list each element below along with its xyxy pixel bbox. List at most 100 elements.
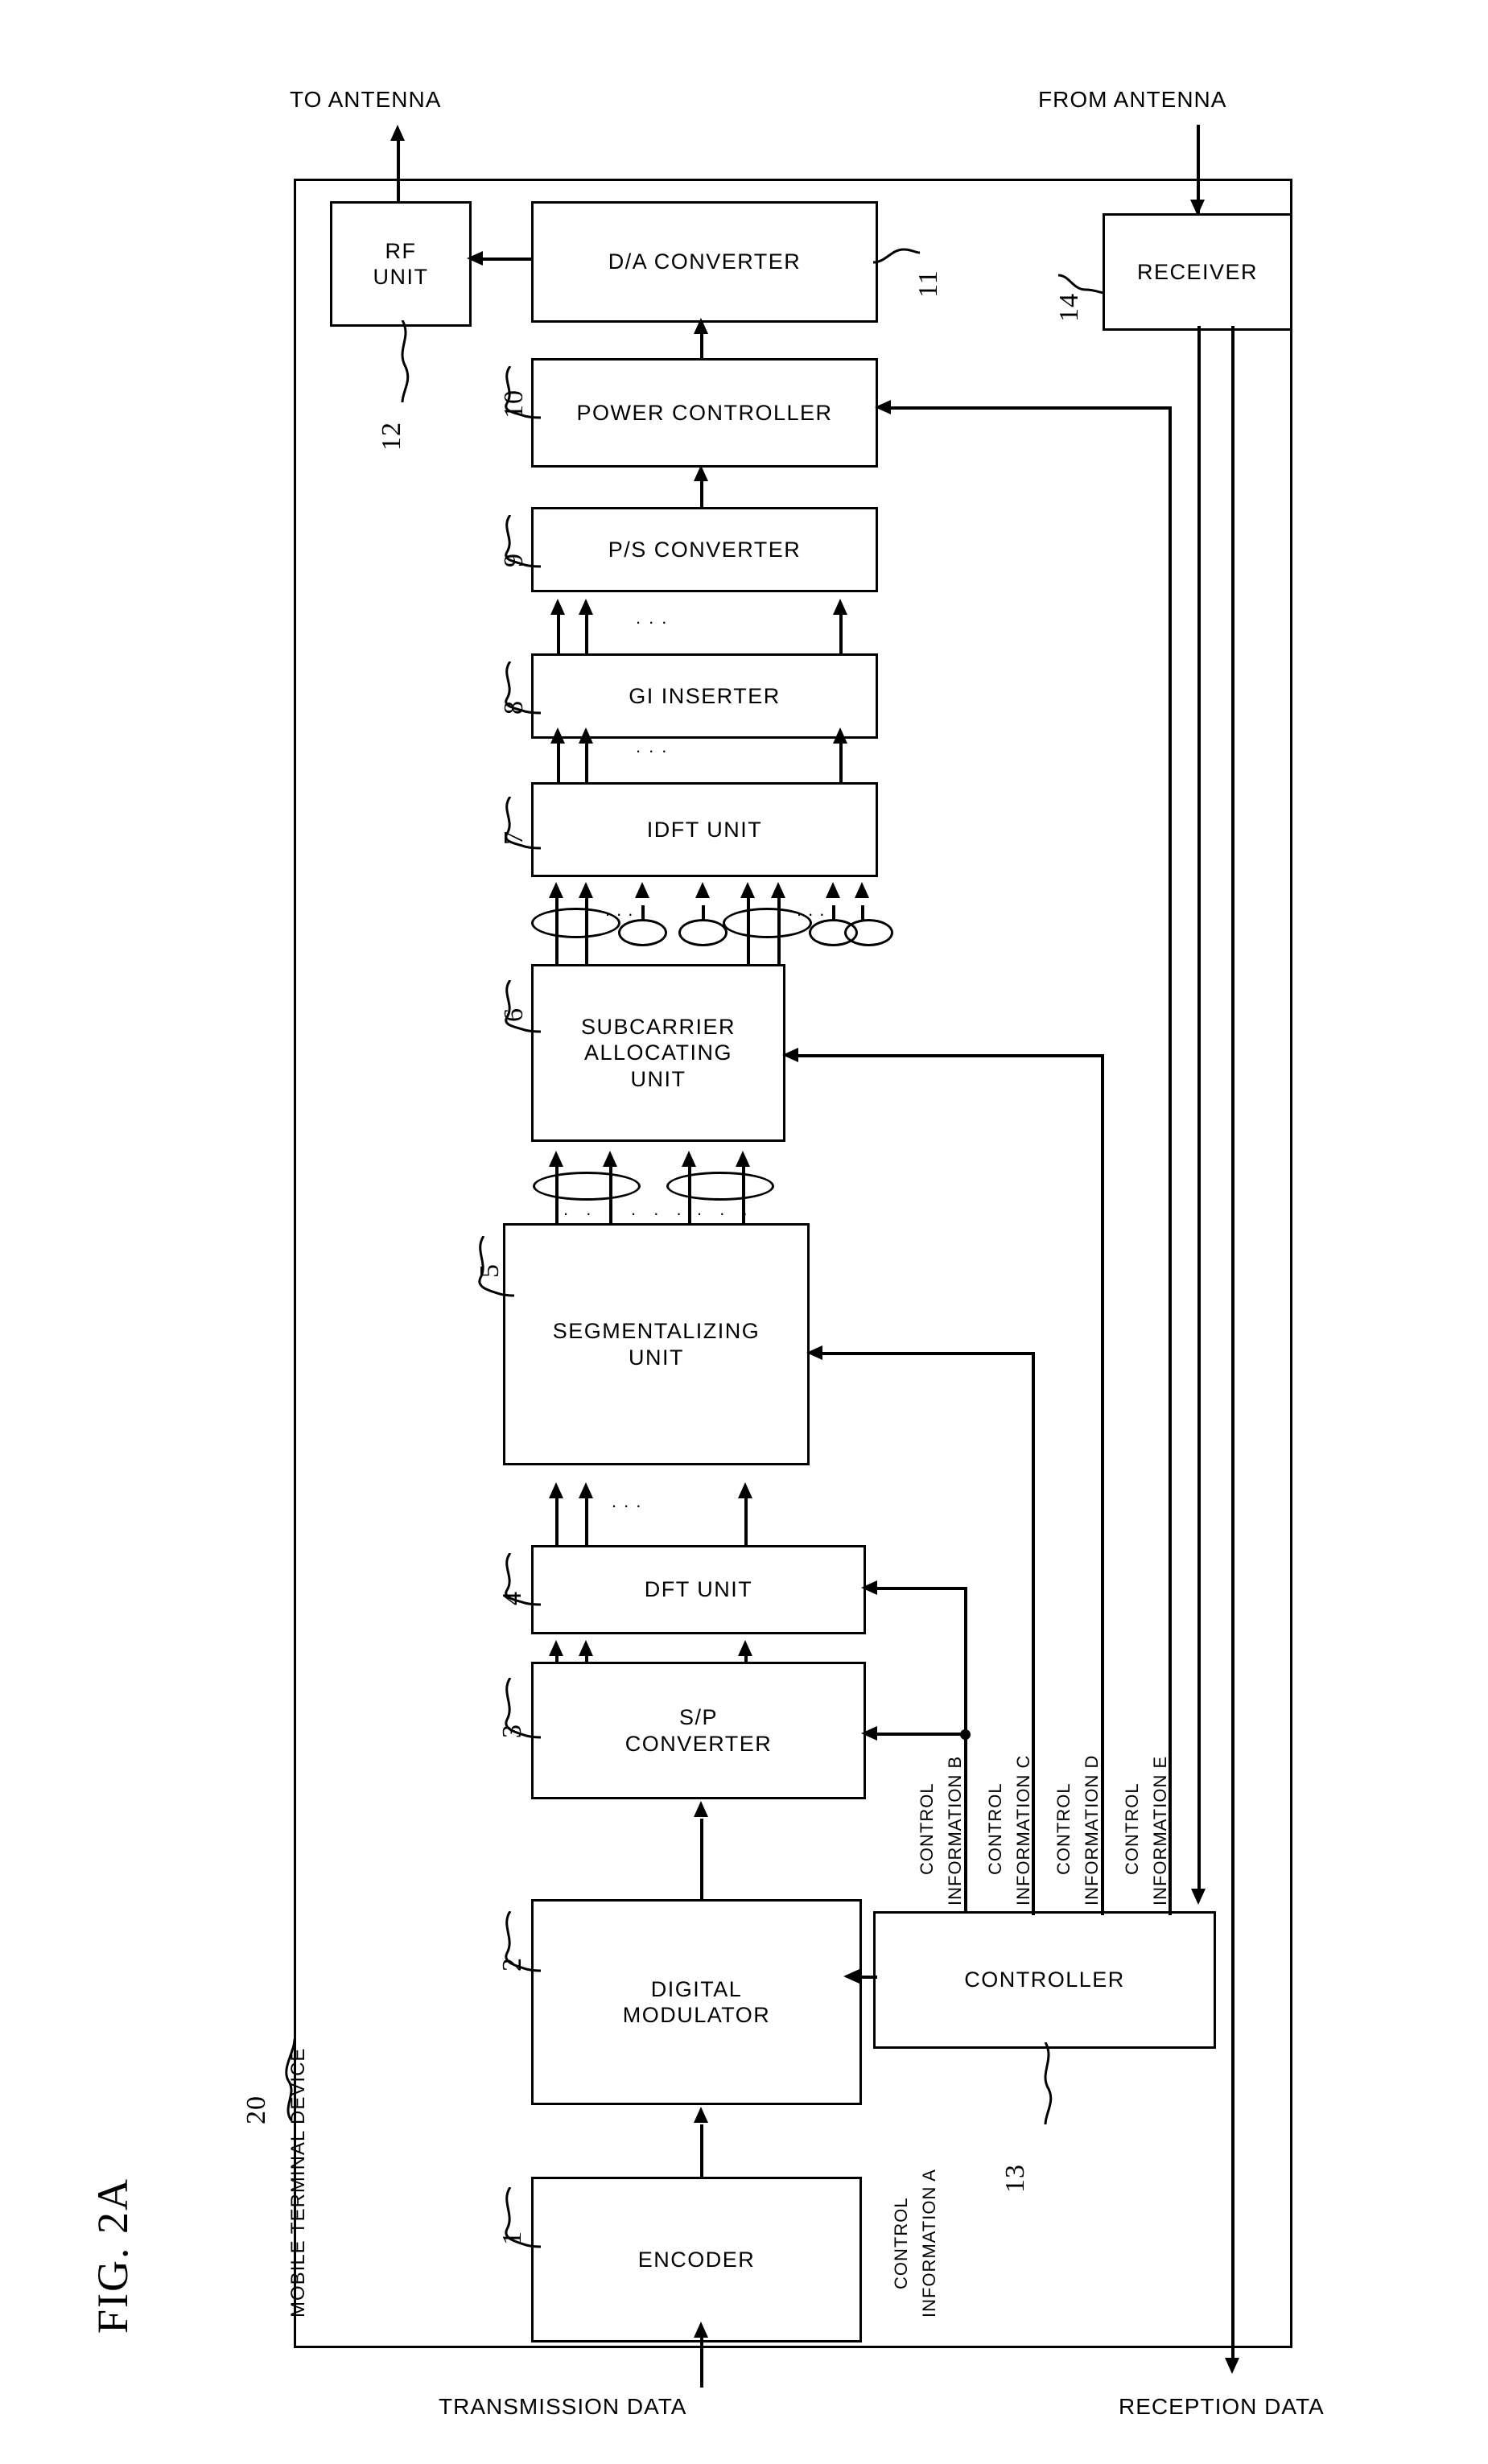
gi-bus-arrow-3-icon (833, 599, 847, 615)
gi-bus-arrow-1-icon (550, 599, 565, 615)
block-ps-converter: P/S CONVERTER (531, 507, 878, 592)
control-information-d-line1: CONTROL (1053, 1782, 1074, 1875)
block-controller: CONTROLLER (873, 1911, 1216, 2049)
port-reception-data: RECEPTION DATA (1119, 2394, 1325, 2419)
ps-to-power-line (700, 481, 703, 509)
control-information-e-line1: CONTROL (1122, 1782, 1142, 1875)
ps-to-power-arrow-icon (694, 465, 708, 481)
sc-null-arrow-1-icon (635, 882, 649, 898)
port-from-antenna: FROM ANTENNA (1038, 87, 1227, 112)
segment-group-ellipse-2-icon (666, 1172, 774, 1201)
control-e-arrow-icon (875, 400, 891, 414)
block-controller-label: CONTROLLER (964, 1967, 1125, 1992)
block-da-converter: D/A CONVERTER (531, 201, 878, 323)
control-d-arrow-icon (782, 1048, 798, 1062)
gi-bus-ellipsis: ... (636, 608, 675, 628)
sc-null-arrow-3-icon (826, 882, 840, 898)
control-b-to-sp-line (877, 1733, 966, 1736)
block-power-controller-label: POWER CONTROLLER (576, 400, 833, 425)
encoder-to-digmod-arrow-icon (694, 2107, 708, 2123)
null-subcarrier-zero-2-icon (678, 919, 728, 946)
sc-bus-ellipsis-1: ... (605, 900, 640, 920)
idft-bus-line-1 (557, 742, 560, 784)
dft-bus-line-3 (744, 1498, 748, 1545)
da-to-rf-arrow-icon (467, 251, 483, 266)
port-transmission-data: TRANSMISSION DATA (439, 2394, 687, 2419)
control-information-b-line2: INFORMATION B (945, 1755, 965, 1906)
block-gi-inserter: GI INSERTER (531, 653, 878, 739)
power-to-da-line (700, 334, 703, 360)
block-sp-converter-label: S/P CONVERTER (624, 1705, 773, 1756)
leader-1 (505, 2187, 542, 2248)
dft-bus-line-1 (555, 1498, 559, 1545)
block-gi-inserter-label: GI INSERTER (629, 683, 781, 708)
sc-null-arrow-4-icon (855, 882, 869, 898)
block-subcarrier-allocating-unit-label: SUBCARRIER ALLOCATING UNIT (580, 1014, 736, 1091)
block-dft-unit-label: DFT UNIT (644, 1577, 753, 1602)
block-subcarrier-allocating-unit: SUBCARRIER ALLOCATING UNIT (531, 964, 785, 1142)
control-information-c-line1: CONTROL (985, 1782, 1005, 1875)
transmission-data-arrow-icon (694, 2322, 708, 2338)
control-a-horizontal-line (859, 1976, 876, 1979)
leader-4 (505, 1553, 542, 1606)
gi-bus-line-3 (839, 613, 843, 655)
control-information-a-line1: CONTROL (891, 2197, 911, 2289)
leader-5 (478, 1236, 515, 1297)
digmod-to-sp-line (700, 1819, 703, 1899)
digmod-to-sp-arrow-icon (694, 1801, 708, 1817)
leader-10 (505, 366, 542, 419)
block-rf-unit-label: RF UNIT (373, 238, 429, 289)
figure-title: FIG. 2A (89, 2177, 137, 2334)
leader-14 (1058, 274, 1106, 295)
control-information-c-line2: INFORMATION C (1013, 1754, 1033, 1906)
idft-bus-arrow-3-icon (833, 727, 847, 744)
transmission-data-line (700, 2338, 703, 2388)
seg-bus-arrow-3-icon (682, 1151, 696, 1167)
control-information-b-line1: CONTROL (917, 1782, 937, 1875)
port-to-antenna: TO ANTENNA (290, 87, 442, 112)
block-digital-modulator-label: DIGITAL MODULATOR (622, 1976, 771, 2027)
sp-bus-arrow-1-icon (549, 1640, 563, 1656)
control-b-to-dft-vertical (964, 1587, 967, 1733)
block-receiver: RECEIVER (1103, 213, 1292, 331)
receiver-to-controller-line (1197, 326, 1201, 1897)
null-subcarrier-zero-1-icon (618, 919, 667, 946)
control-information-e-line2: INFORMATION E (1150, 1755, 1170, 1906)
seg-bus-arrow-2-icon (603, 1151, 617, 1167)
reception-data-line (1231, 326, 1235, 2366)
block-digital-modulator: DIGITAL MODULATOR (531, 1899, 862, 2105)
block-receiver-label: RECEIVER (1136, 259, 1259, 284)
sc-null-arrow-2-icon (695, 882, 710, 898)
block-segmentalizing-unit-label: SEGMENTALIZING UNIT (552, 1319, 760, 1370)
control-e-vertical (1169, 406, 1172, 1915)
sc-bus-arrow-3-icon (740, 882, 755, 898)
ctrl-a-trace (876, 1976, 877, 1979)
gi-bus-line-2 (585, 613, 588, 655)
control-c-horizontal (822, 1352, 1035, 1355)
leader-6 (505, 980, 542, 1033)
leader-11 (873, 248, 921, 264)
gi-bus-arrow-2-icon (579, 599, 593, 615)
seg-bus-ellipsis-1: . . . (563, 1199, 620, 1219)
control-information-d-line2: INFORMATION D (1082, 1754, 1102, 1906)
leader-3 (505, 1678, 542, 1739)
seg-bus-arrow-1-icon (549, 1151, 563, 1167)
sc-bus-arrow-4-icon (771, 882, 785, 898)
block-power-controller: POWER CONTROLLER (531, 358, 878, 468)
block-ref-13: 13 (1000, 2164, 1030, 2193)
control-b-to-dft-line (877, 1587, 967, 1590)
leader-8 (505, 661, 542, 715)
control-e-horizontal (891, 406, 1172, 410)
block-encoder-label: ENCODER (637, 2247, 756, 2272)
block-ref-12: 12 (377, 422, 406, 451)
receiver-to-controller-arrow-icon (1191, 1889, 1206, 1905)
seg-bus-ellipsis-3: . . . (697, 1199, 754, 1219)
da-to-rf-line (483, 258, 533, 261)
sp-bus-arrow-2-icon (579, 1640, 593, 1656)
idft-bus-line-3 (839, 742, 843, 784)
dft-bus-line-2 (585, 1498, 588, 1545)
control-c-arrow-icon (806, 1345, 822, 1360)
null-subcarrier-zero-4-icon (844, 919, 893, 946)
dft-bus-arrow-3-icon (738, 1482, 752, 1498)
idft-bus-arrow-1-icon (550, 727, 565, 744)
